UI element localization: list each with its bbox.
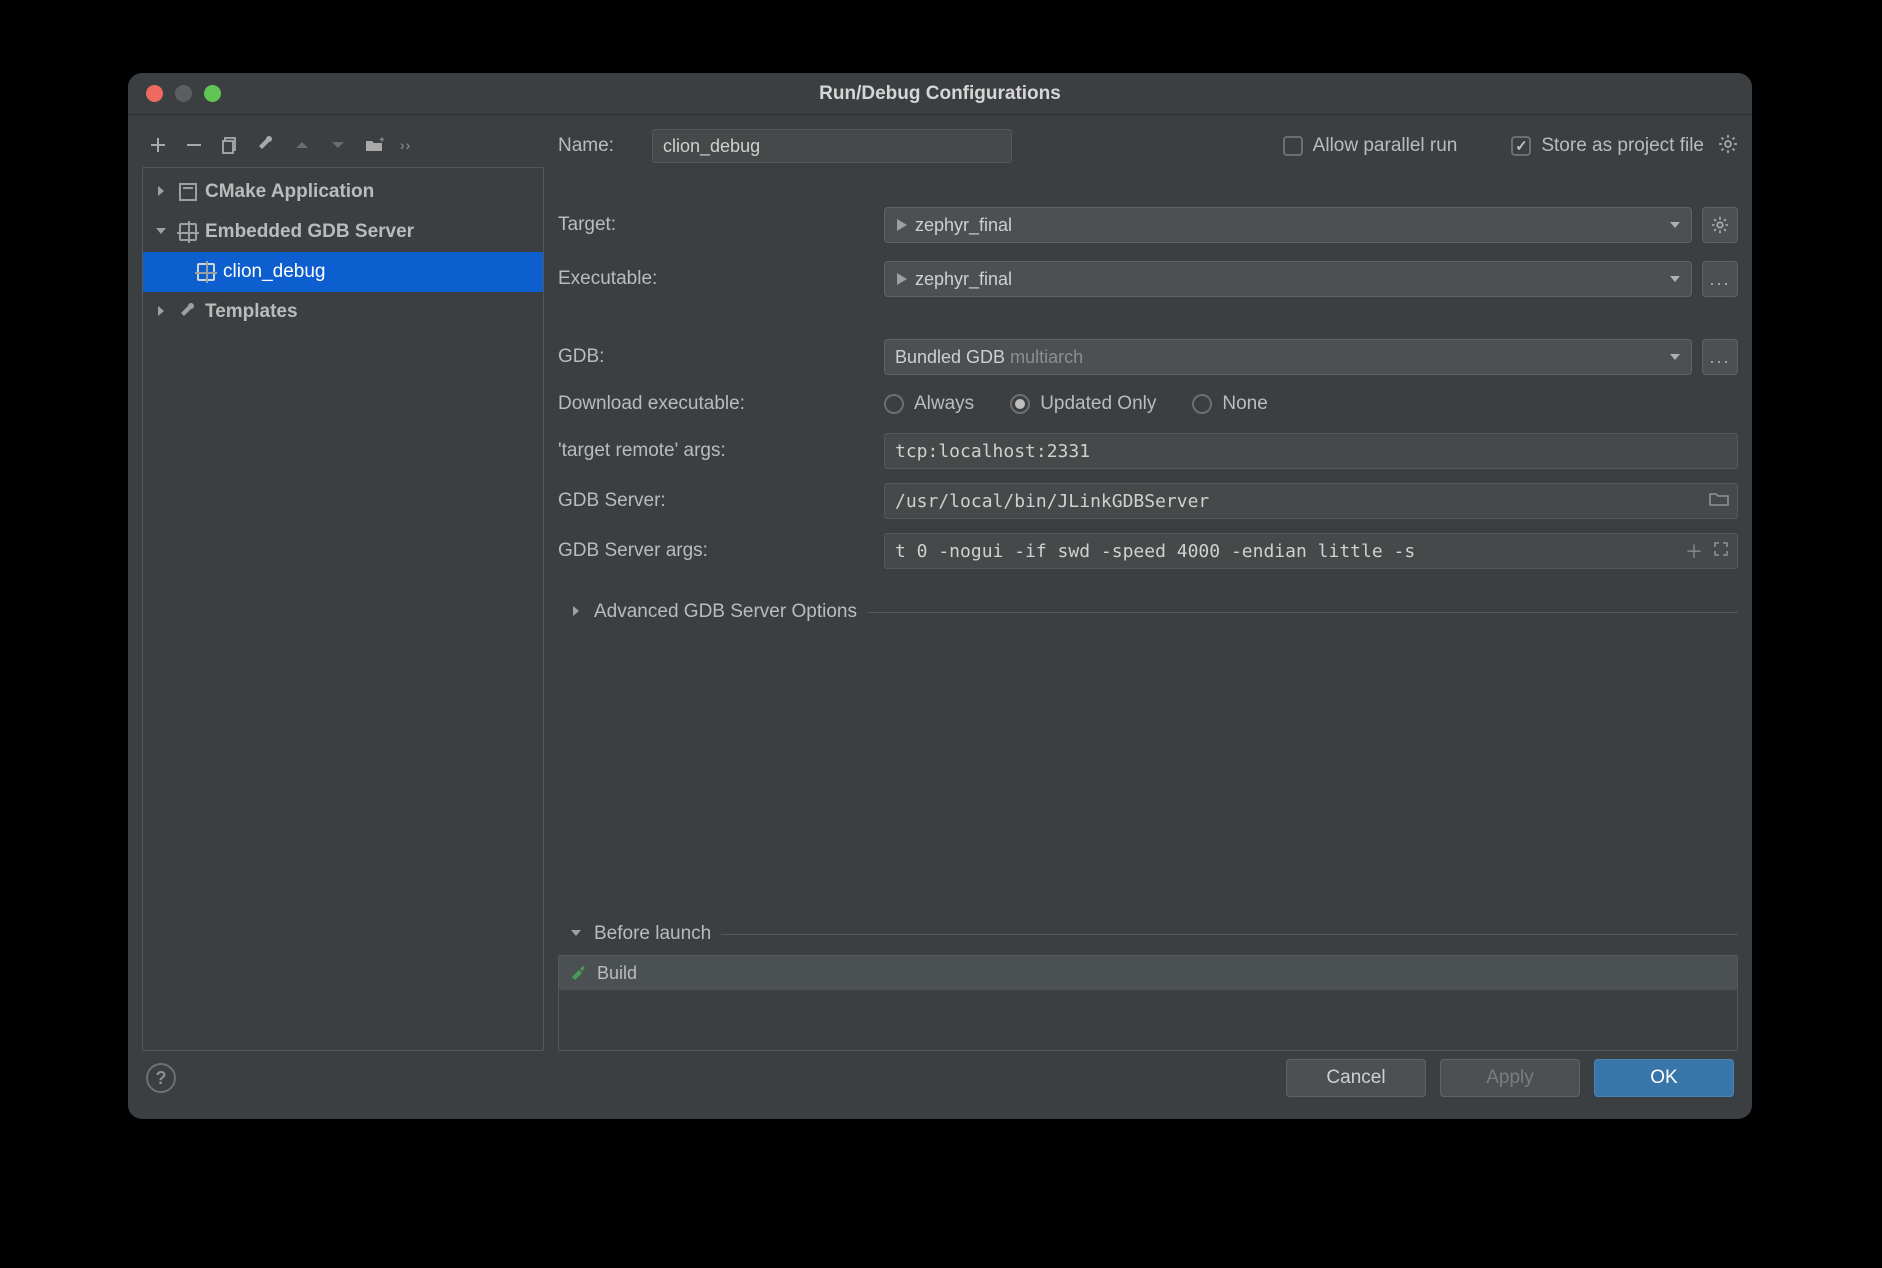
config-tree[interactable]: CMake Application Embedded GDB Server cl…: [142, 167, 544, 1051]
allow-parallel-checkbox[interactable]: [1283, 136, 1303, 156]
run-icon: [897, 219, 907, 231]
minimize-icon[interactable]: [175, 85, 192, 102]
titlebar: Run/Debug Configurations: [128, 73, 1752, 115]
gdb-server-args-value: t 0 -nogui -if swd -speed 4000 -endian l…: [895, 541, 1415, 562]
target-settings-button[interactable]: [1702, 207, 1738, 243]
executable-label: Executable:: [558, 268, 874, 290]
form-panel: Name: Allow parallel run Store as projec…: [558, 127, 1738, 1051]
executable-value: zephyr_final: [915, 269, 1012, 290]
close-icon[interactable]: [146, 85, 163, 102]
download-exec-label: Download executable:: [558, 393, 874, 415]
tree-item-embedded-gdb[interactable]: Embedded GDB Server: [143, 212, 543, 252]
move-up-icon: [292, 135, 312, 155]
dialog-title: Run/Debug Configurations: [128, 83, 1752, 105]
folder-open-icon[interactable]: [1709, 491, 1729, 512]
chevron-down-icon: [1669, 215, 1681, 236]
run-icon: [897, 273, 907, 285]
divider: [867, 612, 1738, 613]
gdb-server-args-input[interactable]: t 0 -nogui -if swd -speed 4000 -endian l…: [884, 533, 1738, 569]
overflow-icon[interactable]: ››: [400, 137, 411, 153]
radio-always[interactable]: Always: [884, 393, 974, 415]
copy-icon[interactable]: [220, 135, 240, 155]
chip-icon: [195, 261, 217, 283]
gear-icon[interactable]: [1718, 134, 1738, 159]
name-input[interactable]: [652, 129, 1012, 163]
ok-button[interactable]: OK: [1594, 1059, 1734, 1097]
sidebar: + ›› CMake Application: [142, 127, 544, 1051]
apply-button[interactable]: Apply: [1440, 1059, 1580, 1097]
gdb-select[interactable]: Bundled GDB multiarch: [884, 339, 1692, 375]
before-launch-item-label: Build: [597, 963, 637, 984]
wrench-icon[interactable]: [256, 135, 276, 155]
help-button[interactable]: ?: [146, 1063, 176, 1093]
divider: [721, 934, 1738, 935]
wrench-icon: [177, 301, 199, 323]
download-exec-group: Always Updated Only None: [884, 393, 1268, 415]
store-as-project-label: Store as project file: [1541, 135, 1704, 157]
chevron-down-icon: [1669, 347, 1681, 368]
advanced-label: Advanced GDB Server Options: [594, 601, 857, 623]
tree-item-cmake-application[interactable]: CMake Application: [143, 172, 543, 212]
application-icon: [177, 181, 199, 203]
tree-item-label: Templates: [205, 301, 298, 323]
dialog-window: Run/Debug Configurations: [128, 73, 1752, 1119]
gdb-server-input[interactable]: /usr/local/bin/JLinkGDBServer: [884, 483, 1738, 519]
before-launch-list[interactable]: Build: [558, 955, 1738, 1051]
expand-icon[interactable]: [1713, 541, 1729, 562]
before-launch-header[interactable]: Before launch: [570, 923, 1738, 945]
tree-item-label: clion_debug: [223, 261, 325, 283]
gdb-label: GDB:: [558, 346, 874, 368]
advanced-section-header[interactable]: Advanced GDB Server Options: [570, 601, 1738, 623]
tree-item-templates[interactable]: Templates: [143, 292, 543, 332]
window-traffic-lights: [146, 85, 221, 102]
move-down-icon: [328, 135, 348, 155]
sidebar-toolbar: + ››: [142, 127, 544, 163]
gdb-value: Bundled GDB multiarch: [895, 347, 1083, 368]
name-label: Name:: [558, 135, 642, 157]
executable-browse-button[interactable]: ...: [1702, 261, 1738, 297]
before-launch-label: Before launch: [594, 923, 711, 945]
executable-select[interactable]: zephyr_final: [884, 261, 1692, 297]
store-as-project-checkbox[interactable]: [1511, 136, 1531, 156]
target-remote-label: 'target remote' args:: [558, 440, 874, 462]
chevron-right-icon: [155, 301, 171, 323]
hammer-icon: [569, 962, 587, 985]
add-icon[interactable]: [148, 135, 168, 155]
cancel-button[interactable]: Cancel: [1286, 1059, 1426, 1097]
maximize-icon[interactable]: [204, 85, 221, 102]
chevron-right-icon: [155, 181, 171, 203]
plus-icon[interactable]: ＋: [1685, 538, 1703, 564]
tree-item-label: Embedded GDB Server: [205, 221, 414, 243]
radio-none[interactable]: None: [1192, 393, 1267, 415]
folder-icon[interactable]: +: [364, 135, 384, 155]
remove-icon[interactable]: [184, 135, 204, 155]
chevron-down-icon: [155, 221, 171, 243]
gdb-browse-button[interactable]: ...: [1702, 339, 1738, 375]
tree-item-clion-debug[interactable]: clion_debug: [143, 252, 543, 292]
target-label: Target:: [558, 214, 874, 236]
gdb-server-label: GDB Server:: [558, 490, 874, 512]
target-select[interactable]: zephyr_final: [884, 207, 1692, 243]
gdb-server-args-label: GDB Server args:: [558, 540, 874, 562]
chevron-down-icon: [1669, 269, 1681, 290]
target-value: zephyr_final: [915, 215, 1012, 236]
allow-parallel-label: Allow parallel run: [1313, 135, 1458, 157]
button-bar: ? Cancel Apply OK: [128, 1051, 1752, 1119]
before-launch-item[interactable]: Build: [559, 956, 1737, 990]
gdb-server-value: /usr/local/bin/JLinkGDBServer: [895, 491, 1209, 512]
chip-icon: [177, 221, 199, 243]
chevron-right-icon: [570, 601, 584, 623]
chevron-down-icon: [570, 923, 584, 945]
target-remote-value: tcp:localhost:2331: [895, 441, 1090, 462]
target-remote-input[interactable]: tcp:localhost:2331: [884, 433, 1738, 469]
svg-text:+: +: [379, 135, 384, 146]
radio-updated-only[interactable]: Updated Only: [1010, 393, 1156, 415]
tree-item-label: CMake Application: [205, 181, 374, 203]
